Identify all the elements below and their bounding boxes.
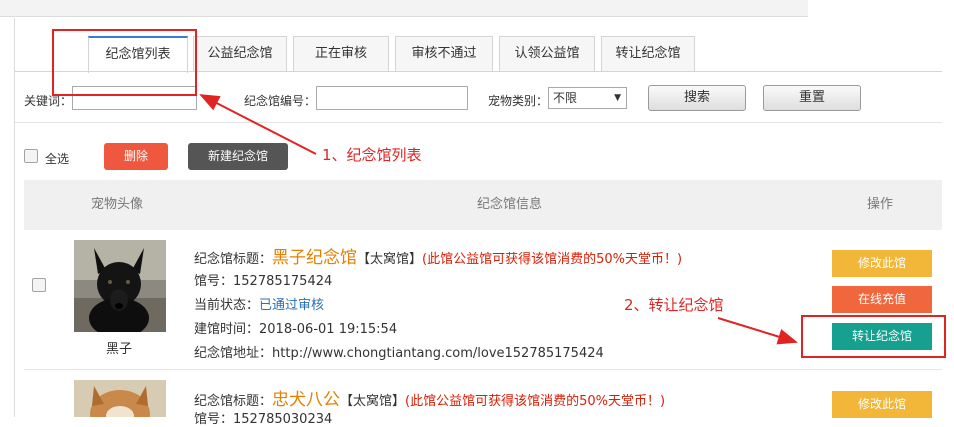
annotation-arrows <box>199 94 798 345</box>
arrow-to-list-tab <box>199 94 317 155</box>
arrow-to-transfer-button <box>717 317 798 345</box>
